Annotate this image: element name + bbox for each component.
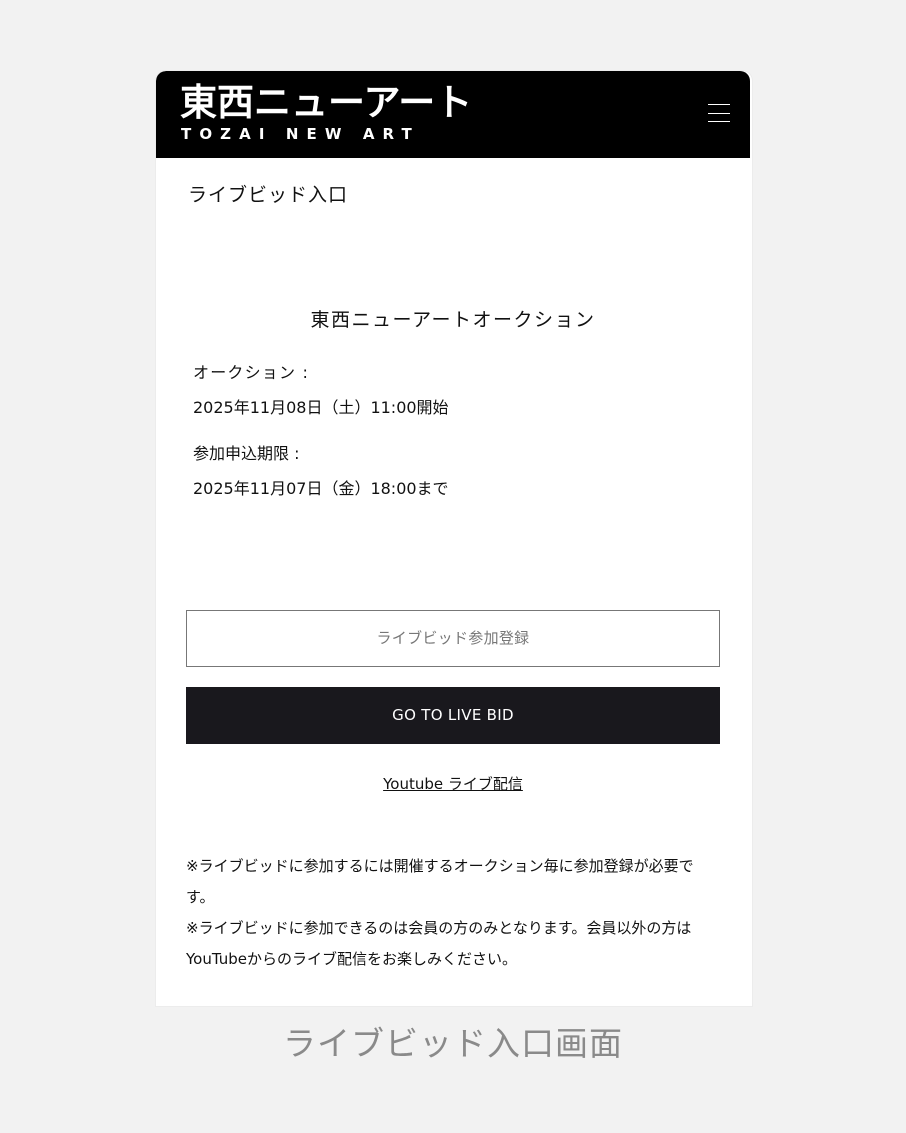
auction-date-value: 2025年11月08日（土）11:00開始: [193, 398, 449, 417]
screen-caption: ライブビッド入口画面: [283, 1024, 623, 1063]
page-title: ライブビッド入口: [188, 184, 349, 206]
site-header: 東西ニューアート TOZAI NEW ART: [156, 71, 750, 158]
auction-name: 東西ニューアートオークション: [310, 309, 596, 331]
youtube-live-link[interactable]: Youtube ライブ配信: [156, 773, 750, 795]
notes: ※ライブビッドに参加するには開催するオークション毎に参加登録が必要です。 ※ライ…: [186, 851, 722, 975]
go-to-live-bid-button[interactable]: GO TO LIVE BID: [186, 687, 720, 744]
logo-english[interactable]: TOZAI NEW ART: [181, 125, 420, 143]
logo-japanese[interactable]: 東西ニューアート: [180, 83, 472, 123]
note-registration: ※ライブビッドに参加するには開催するオークション毎に参加登録が必要です。: [186, 857, 694, 906]
deadline-value: 2025年11月07日（金）18:00まで: [193, 479, 449, 498]
menu-line: [708, 121, 730, 122]
mobile-screen: 東西ニューアート TOZAI NEW ART ライブビッド入口 東西ニューアート…: [156, 71, 752, 1006]
note-members-only: ※ライブビッドに参加できるのは会員の方のみとなります。会員以外の方はYouTub…: [186, 919, 692, 968]
deadline-label: 参加申込期限 :: [193, 444, 300, 463]
live-bid-register-button[interactable]: ライブビッド参加登録: [186, 610, 720, 667]
menu-line: [708, 113, 730, 114]
menu-line: [708, 104, 730, 105]
hamburger-menu-icon[interactable]: [706, 101, 732, 125]
auction-date-label: オークション :: [193, 363, 310, 382]
